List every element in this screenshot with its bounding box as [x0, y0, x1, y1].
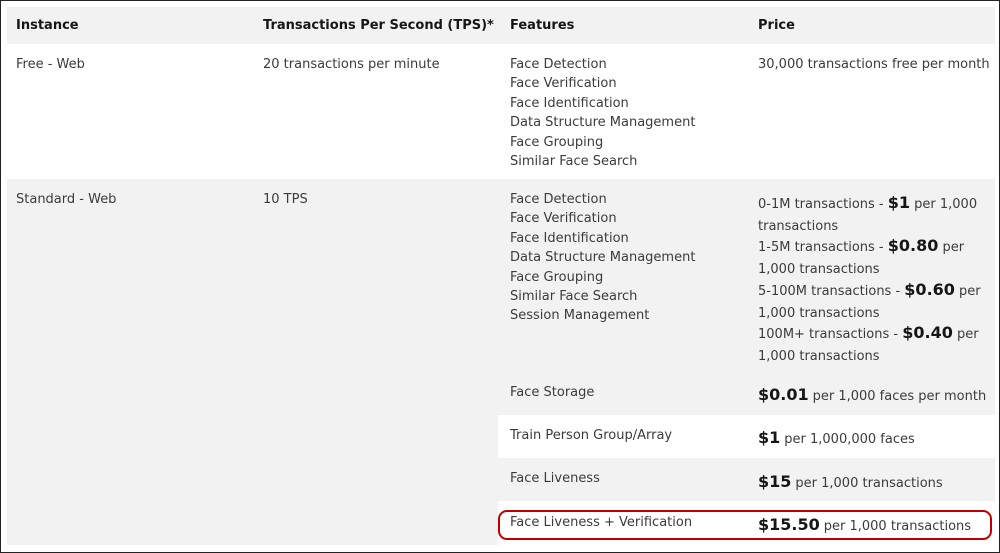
- tier-range: 0-1M transactions -: [758, 197, 888, 212]
- addon-price-face-liveness: $15 per 1,000 transactions: [758, 472, 943, 491]
- tier-amount: $1: [887, 193, 911, 212]
- header-row-background: [7, 7, 995, 44]
- tier-range: 1-5M transactions -: [758, 240, 888, 255]
- standard-instance-name: Standard - Web: [16, 192, 117, 207]
- addon-feature-face-liveness: Face Liveness: [510, 471, 600, 486]
- tier-range: 5-100M transactions -: [758, 284, 905, 299]
- free-instance-name: Free - Web: [16, 57, 85, 72]
- free-tps: 20 transactions per minute: [263, 57, 440, 72]
- tier-amount: $0.40: [902, 323, 953, 342]
- tier-amount: $0.60: [904, 280, 955, 299]
- addon-price-face-storage: $0.01 per 1,000 faces per month: [758, 385, 986, 404]
- feature-item: Similar Face Search: [510, 154, 638, 170]
- addon-amount: $1: [758, 428, 781, 447]
- price-tier-0-1m: 0-1M transactions - $1 per 1,000 transac…: [758, 192, 993, 237]
- feature-item: Face Detection: [510, 192, 607, 207]
- addon-unit: per 1,000 transactions: [795, 476, 943, 491]
- feature-item: Face Grouping: [510, 134, 604, 150]
- feature-item: Similar Face Search: [510, 289, 638, 305]
- free-features-list: Face Detection Face Verification Face Id…: [510, 55, 695, 171]
- addon-feature-face-storage: Face Storage: [510, 385, 595, 400]
- addon-unit: per 1,000,000 faces: [784, 432, 915, 447]
- free-price: 30,000 transactions free per month: [758, 57, 990, 72]
- addon-unit: per 1,000 faces per month: [812, 389, 987, 404]
- feature-item: Face Identification: [510, 230, 629, 246]
- column-header-price: Price: [758, 18, 795, 33]
- addon-price-train-person-group: $1 per 1,000,000 faces: [758, 428, 915, 447]
- feature-item: Face Identification: [510, 95, 629, 111]
- addon-feature-train-person-group: Train Person Group/Array: [510, 428, 673, 443]
- addon-amount: $15: [758, 472, 792, 491]
- feature-item: Data Structure Management: [510, 250, 696, 266]
- price-tier-1-5m: 1-5M transactions - $0.80 per 1,000 tran…: [758, 235, 993, 280]
- tier-range: 100M+ transactions -: [758, 327, 903, 342]
- price-tier-5-100m: 5-100M transactions - $0.60 per 1,000 tr…: [758, 279, 993, 324]
- feature-item: Session Management: [510, 308, 650, 324]
- standard-tps: 10 TPS: [263, 192, 308, 207]
- highlight-outline: [498, 510, 992, 540]
- feature-item: Face Verification: [510, 76, 617, 92]
- pricing-table: Instance Transactions Per Second (TPS)* …: [0, 0, 1000, 553]
- standard-row-background-continued: [7, 372, 498, 545]
- feature-item: Data Structure Management: [510, 115, 696, 131]
- column-header-instance: Instance: [16, 18, 79, 33]
- column-header-features: Features: [510, 18, 575, 33]
- column-header-tps: Transactions Per Second (TPS)*: [263, 18, 494, 33]
- feature-item: Face Grouping: [510, 269, 604, 285]
- tier-amount: $0.80: [887, 236, 939, 255]
- addon-amount: $0.01: [758, 385, 809, 404]
- feature-item: Face Verification: [510, 211, 617, 227]
- price-tier-100m-plus: 100M+ transactions - $0.40 per 1,000 tra…: [758, 322, 993, 367]
- standard-features-list: Face Detection Face Verification Face Id…: [510, 190, 695, 326]
- feature-item: Face Detection: [510, 57, 607, 72]
